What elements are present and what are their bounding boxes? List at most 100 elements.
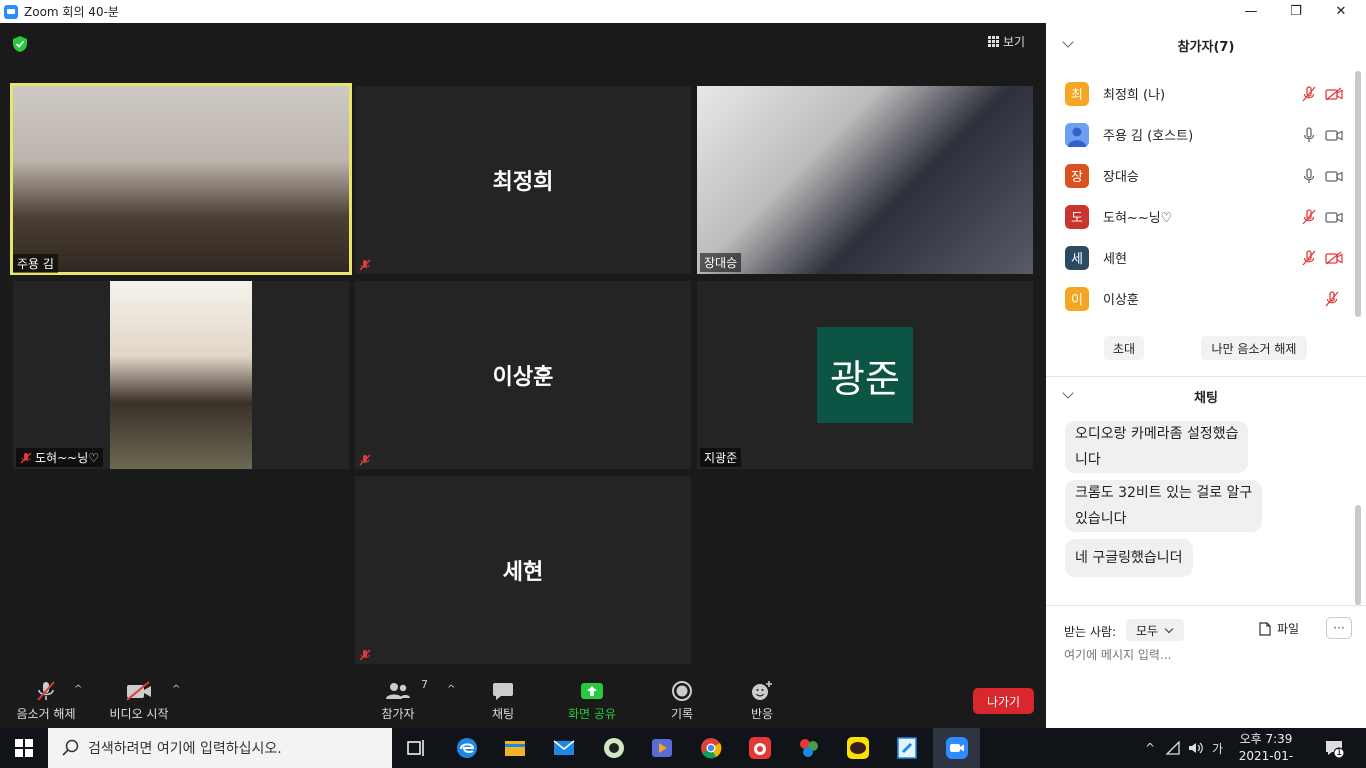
participant-avatar: 도 [1065,204,1089,229]
minimize-button[interactable]: — [1228,0,1274,23]
participants-list: 최 최정희 (나) 주용 김 (호스트) 장 장대승 도 도혀~~닝♡ 세 세현… [1046,73,1356,319]
mic-muted-icon[interactable] [1302,85,1316,102]
notification-count: 1 [1335,747,1343,758]
notepad-app-icon[interactable] [895,736,919,760]
video-tile-jangdaeseung[interactable]: 장대승 [697,86,1033,274]
share-screen-button[interactable]: 화면 공유 [564,680,620,722]
view-button[interactable]: 보기 [988,33,1025,50]
video-on-icon[interactable] [1325,169,1343,183]
network-icon[interactable] [1166,741,1182,755]
clock-time: 오후 7:39 [1239,732,1293,746]
tile-display-name: 이상훈 [492,365,554,390]
mic-muted-icon [20,452,32,463]
file-explorer-icon[interactable] [503,736,527,760]
mic-muted-icon [359,259,371,271]
audio-options-caret-icon[interactable]: ^ [74,684,82,695]
chrome-browser-icon[interactable] [699,736,723,760]
grid-view-icon [988,36,999,47]
reactions-button[interactable]: 반응 [747,680,777,722]
recipient-label: 받는 사람: [1064,625,1117,639]
unmute-label: 음소거 해제 [16,707,76,721]
video-on-icon[interactable] [1325,210,1343,224]
chat-messages: 오디오랑 카메라좀 설정했습 니다 크롬도 32비트 있는 걸로 알구 있습니다… [1065,421,1345,584]
leave-meeting-button[interactable]: 나가기 [973,688,1034,714]
record-button[interactable]: 기록 [667,680,697,722]
video-tile-dohyeoning[interactable]: 도혀~~닝♡ [13,281,349,469]
participants-scrollbar[interactable] [1355,71,1361,317]
start-video-button[interactable]: 비디오 시작 [107,680,171,722]
zoom-taskbar-icon[interactable] [945,736,969,760]
mic-muted-icon[interactable] [1302,208,1316,225]
user-silhouette-icon [1068,127,1086,147]
window-title: Zoom 회의 40-분 [24,5,119,19]
media-player-icon[interactable] [650,736,674,760]
participant-avatar: 광준 [817,327,913,423]
notification-center-button[interactable]: 1 [1324,738,1345,759]
collapse-chevron-icon[interactable] [1062,387,1074,399]
video-off-icon[interactable] [1325,250,1343,265]
task-view-icon[interactable] [404,736,428,760]
security-shield-icon[interactable] [12,35,28,53]
mail-icon[interactable] [552,736,576,760]
file-button[interactable]: 파일 [1259,620,1299,637]
video-tile-juyong[interactable]: 주용 김 [10,83,352,275]
mic-on-icon[interactable] [1302,167,1316,184]
participant-video [110,281,252,469]
close-button[interactable]: ✕ [1318,0,1364,23]
dropdown-chevron-icon [1164,624,1174,633]
kakaotalk-icon[interactable] [846,736,870,760]
maximize-button[interactable]: ❐ [1273,0,1319,23]
system-clock[interactable]: 오후 7:39 2021-01-17 [1234,731,1298,768]
collapse-chevron-icon[interactable] [1062,36,1074,48]
video-off-icon[interactable] [1325,86,1343,101]
chat-scrollbar[interactable] [1355,505,1361,605]
tile-name-label: 지광준 [700,448,742,467]
recorder-app-icon[interactable] [748,736,772,760]
participant-row[interactable]: 주용 김 (호스트) [1046,114,1356,155]
zoom-app-icon [4,4,18,19]
clock-date: 2021-01-17 [1238,749,1294,768]
video-options-caret-icon[interactable]: ^ [172,684,180,695]
edge-browser-icon[interactable] [455,736,479,760]
mic-muted-icon [37,681,55,701]
view-label: 보기 [1003,35,1026,49]
participant-avatar: 이 [1065,286,1089,311]
tile-display-name: 최정희 [492,170,554,195]
video-tile-choijunghee[interactable]: 최정희 [355,86,691,274]
participants-options-caret-icon[interactable]: ^ [447,684,455,695]
participants-icon [386,683,410,699]
search-icon [62,739,79,756]
ime-indicator[interactable]: 가 [1212,740,1223,757]
mic-muted-icon[interactable] [1302,249,1316,266]
mic-on-icon[interactable] [1302,126,1316,143]
system-tray: ^ 가 [1142,728,1223,768]
video-tile-leesanghoon[interactable]: 이상훈 [355,281,691,469]
start-button[interactable] [0,728,48,768]
participant-row[interactable]: 이 이상훈 [1046,278,1356,319]
participants-label: 참가자 [381,707,415,721]
volume-icon[interactable] [1188,741,1204,755]
more-options-button[interactable]: ··· [1326,617,1352,639]
video-on-icon[interactable] [1325,128,1343,142]
participant-row[interactable]: 장 장대승 [1046,155,1356,196]
taskbar-search[interactable]: 검색하려면 여기에 입력하십시오. [48,728,392,768]
paint-app-icon[interactable] [797,736,821,760]
video-tile-sehyun[interactable]: 세현 [355,476,691,664]
participant-row[interactable]: 최 최정희 (나) [1046,73,1356,114]
side-panel: 참가자(7) 최 최정희 (나) 주용 김 (호스트) 장 장대승 도 도혀~~… [1046,23,1366,728]
share-screen-icon [581,683,603,699]
invite-button[interactable]: 초대 [1104,336,1144,360]
participant-row[interactable]: 세 세현 [1046,237,1356,278]
show-hidden-icons-icon[interactable]: ^ [1142,741,1158,755]
recipient-select[interactable]: 모두 [1126,619,1184,641]
video-tile-jigwangjun[interactable]: 광준 지광준 [697,281,1033,469]
camera-app-icon[interactable] [602,736,626,760]
unmute-me-button[interactable]: 나만 음소거 해제 [1201,336,1307,360]
mic-muted-icon[interactable] [1325,290,1339,307]
participants-button[interactable]: 7 참가자 [378,678,428,722]
participant-row[interactable]: 도 도혀~~닝♡ [1046,196,1356,237]
participants-title: 참가자(7) [1177,39,1235,55]
chat-button[interactable]: 채팅 [488,680,518,722]
chat-message-input[interactable] [1064,648,1344,662]
unmute-button[interactable]: 음소거 해제 [14,680,78,722]
